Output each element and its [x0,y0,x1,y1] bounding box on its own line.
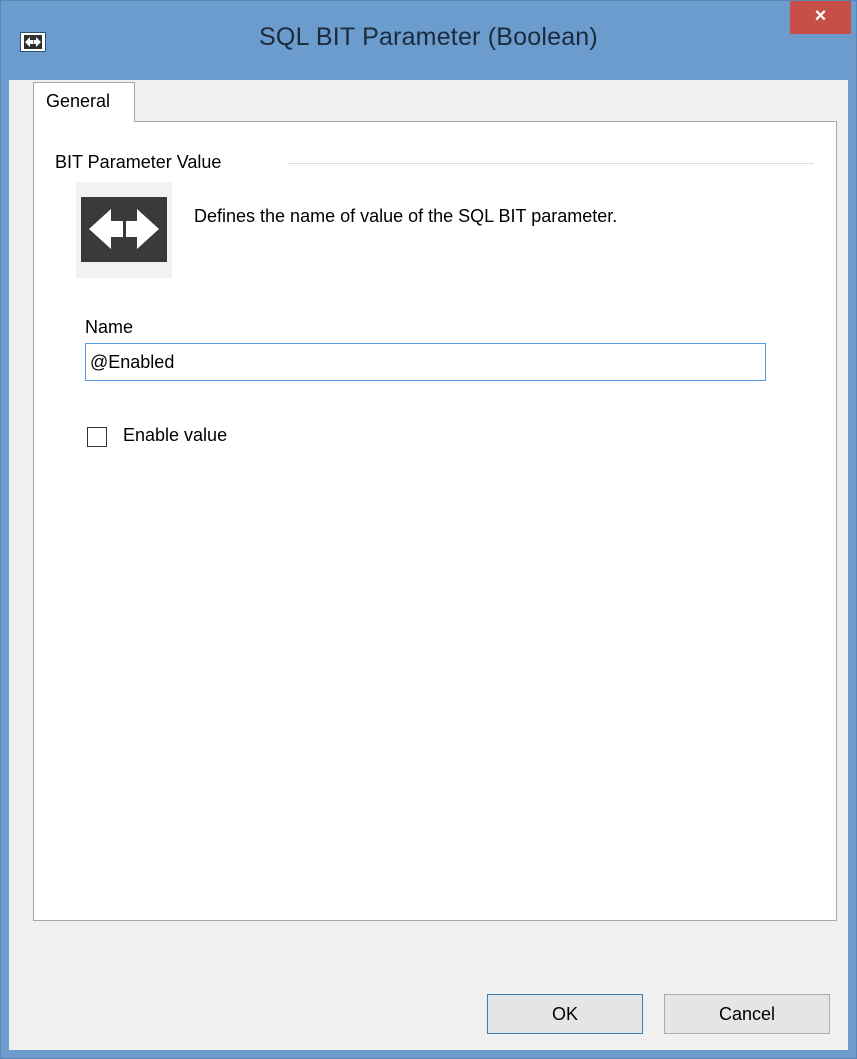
parameter-arrows-icon [76,182,172,278]
close-icon: × [814,5,827,27]
enable-value-label[interactable]: Enable value [123,425,227,446]
tab-page-general: BIT Parameter Value Defines the name of … [33,121,837,921]
name-label: Name [85,317,134,337]
close-button[interactable]: × [790,1,851,34]
group-title: BIT Parameter Value [55,152,222,172]
dialog-window: SQL BIT Parameter (Boolean) × General BI… [0,0,857,1059]
tab-label: General [46,91,111,111]
cancel-button[interactable]: Cancel [664,994,830,1034]
tab-general[interactable]: General [33,82,135,122]
name-input[interactable] [85,343,766,381]
window-title: SQL BIT Parameter (Boolean) [259,23,598,51]
dialog-client-area: General BIT Parameter Value Defines the … [9,80,848,1050]
enable-value-checkbox[interactable] [87,427,107,447]
group-divider [288,163,814,164]
title-bar[interactable]: SQL BIT Parameter (Boolean) × [1,1,856,80]
ok-button[interactable]: OK [487,994,643,1034]
group-description: Defines the name of value of the SQL BIT… [194,206,618,226]
